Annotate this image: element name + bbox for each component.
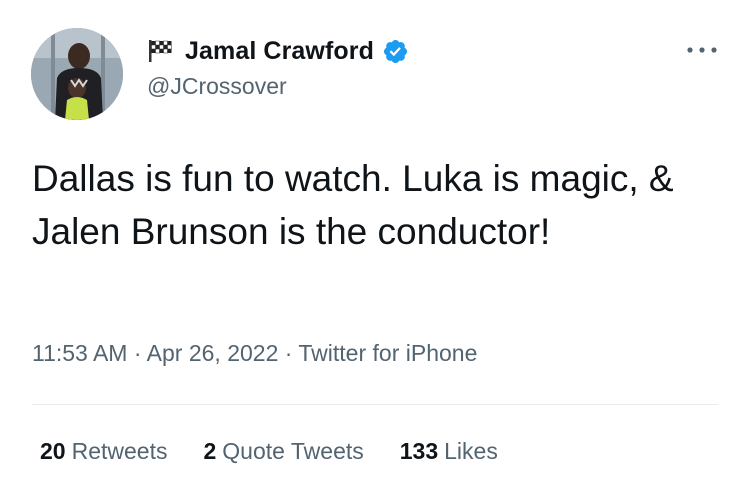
- verified-badge-icon: [382, 38, 409, 65]
- tweet-date[interactable]: Apr 26, 2022: [147, 340, 279, 366]
- likes-stat[interactable]: 133 Likes: [400, 438, 498, 465]
- retweets-label: Retweets: [71, 438, 168, 464]
- tweet-stats: 20 Retweets 2 Quote Tweets 133 Likes: [40, 438, 534, 465]
- retweets-stat[interactable]: 20 Retweets: [40, 438, 167, 465]
- tweet-card: Jamal Crawford @JCrossover Dallas is fun…: [0, 0, 750, 495]
- meta-separator: ·: [133, 340, 147, 366]
- quote-tweets-stat[interactable]: 2 Quote Tweets: [203, 438, 363, 465]
- quote-tweets-count: 2: [203, 438, 217, 464]
- author-name-row[interactable]: Jamal Crawford: [147, 34, 409, 68]
- avatar-photo: [31, 28, 123, 120]
- tweet-meta: 11:53 AM · Apr 26, 2022 · Twitter for iP…: [32, 340, 477, 367]
- author-handle[interactable]: @JCrossover: [147, 73, 409, 100]
- checkered-flag-icon: [147, 39, 175, 63]
- likes-count: 133: [399, 438, 439, 464]
- likes-label: Likes: [444, 438, 498, 464]
- avatar[interactable]: [31, 28, 123, 120]
- author-block: Jamal Crawford @JCrossover: [147, 34, 409, 100]
- tweet-text: Dallas is fun to watch. Luka is magic, &…: [32, 158, 684, 252]
- quote-tweets-label: Quote Tweets: [222, 438, 364, 464]
- tweet-source[interactable]: Twitter for iPhone: [298, 340, 477, 366]
- author-display-name[interactable]: Jamal Crawford: [185, 37, 374, 66]
- divider: [32, 404, 718, 405]
- tweet-time[interactable]: 11:53 AM: [32, 340, 127, 366]
- meta-separator: ·: [284, 340, 299, 366]
- more-options-icon[interactable]: [684, 40, 720, 60]
- retweets-count: 20: [40, 438, 66, 464]
